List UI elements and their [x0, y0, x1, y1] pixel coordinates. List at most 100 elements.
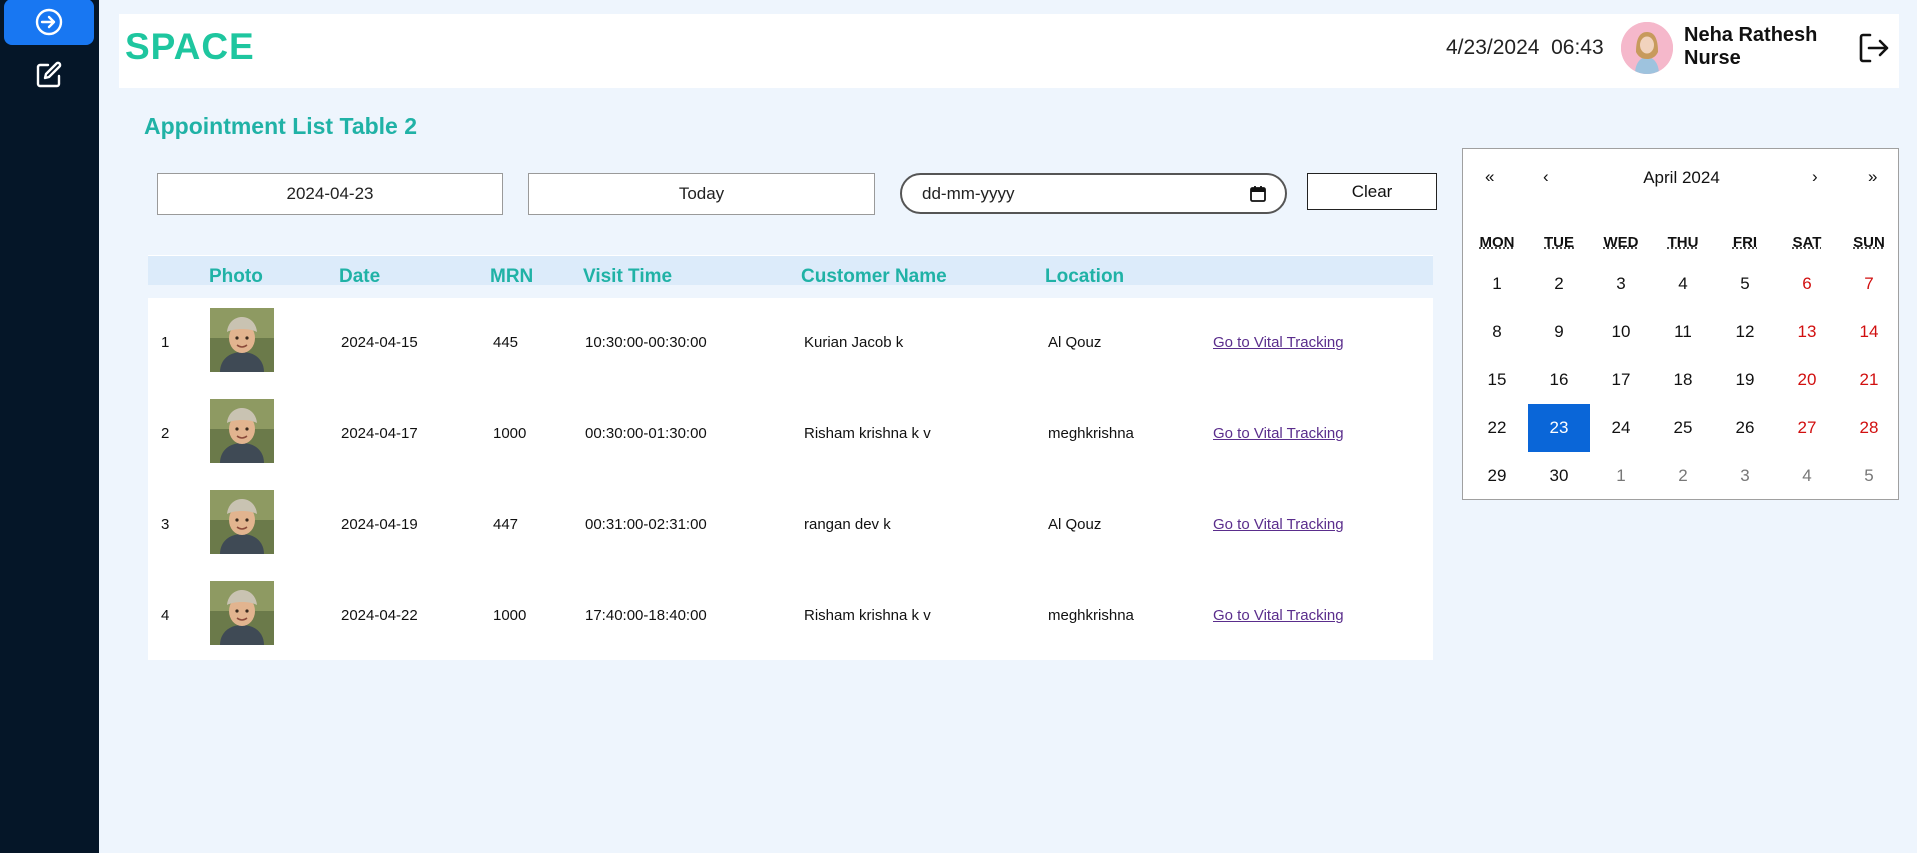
weekday-label: SUN [1853, 234, 1885, 251]
vital-tracking-link[interactable]: Go to Vital Tracking [1213, 425, 1344, 442]
calendar-day[interactable]: 2 [1652, 452, 1714, 500]
calendar-day[interactable]: 22 [1466, 404, 1528, 452]
row-index: 3 [161, 516, 170, 533]
mrn-value: 1000 [493, 425, 527, 442]
appointment-date: 2024-04-17 [341, 425, 418, 442]
user-role: Nurse [1684, 47, 1741, 69]
calendar-day[interactable]: 15 [1466, 356, 1528, 404]
row-index: 2 [161, 425, 170, 442]
calendar-day[interactable]: 28 [1838, 404, 1900, 452]
calendar-day[interactable]: 23 [1528, 404, 1590, 452]
table-row: 1 2024-04-15 445 10:30:00-00:30:00 Kurian J… [148, 298, 1433, 388]
vital-tracking-link[interactable]: Go to Vital Tracking [1213, 516, 1344, 533]
calendar-day[interactable]: 1 [1466, 260, 1528, 308]
weekday-label: THU [1667, 234, 1699, 251]
visit-time: 00:31:00-02:31:00 [585, 516, 707, 533]
logout-icon[interactable] [1856, 30, 1892, 66]
space-logo: SPACE [125, 28, 255, 64]
mrn-value: 1000 [493, 607, 527, 624]
appointment-table: 1 2024-04-15 445 10:30:00-00:30:00 Kurian J… [148, 298, 1433, 660]
calendar-day[interactable]: 5 [1838, 452, 1900, 500]
customer-photo [210, 581, 274, 645]
customer-name: rangan dev k [804, 516, 891, 533]
visit-time: 10:30:00-00:30:00 [585, 334, 707, 351]
weekday-label: WED [1603, 234, 1639, 251]
table-row: 4 2024-04-22 1000 17:40:00-18:40:00 Risham … [148, 571, 1433, 661]
calendar-day[interactable]: 2 [1528, 260, 1590, 308]
location-value: meghkrishna [1048, 607, 1134, 624]
mrn-value: 447 [493, 516, 519, 533]
calendar-day[interactable]: 11 [1652, 308, 1714, 356]
calendar-day[interactable]: 16 [1528, 356, 1590, 404]
sidebar-login-button[interactable] [4, 0, 94, 45]
column-header-photo: Photo [209, 266, 263, 287]
appointment-date: 2024-04-19 [341, 516, 418, 533]
customer-photo [210, 399, 274, 463]
calendar: « ‹ April 2024 › » MON TUE WED THU FRI SAT SUN… [1462, 148, 1899, 500]
calendar-day[interactable]: 1 [1590, 452, 1652, 500]
calendar-day[interactable]: 20 [1776, 356, 1838, 404]
edit-icon [36, 61, 62, 88]
svg-text:SPACE: SPACE [125, 28, 255, 64]
customer-name: Risham krishna k v [804, 425, 931, 442]
column-header-customer-name: Customer Name [801, 266, 947, 287]
appointment-date: 2024-04-15 [341, 334, 418, 351]
calendar-day[interactable]: 12 [1714, 308, 1776, 356]
calendar-day[interactable]: 9 [1528, 308, 1590, 356]
calendar-day[interactable]: 8 [1466, 308, 1528, 356]
column-header-mrn: MRN [490, 266, 534, 287]
calendar-day[interactable]: 29 [1466, 452, 1528, 500]
calendar-day[interactable]: 3 [1590, 260, 1652, 308]
weekday-label: SAT [1792, 234, 1822, 251]
calendar-day[interactable]: 4 [1652, 260, 1714, 308]
calendar-day[interactable]: 21 [1838, 356, 1900, 404]
column-header-visit-time: Visit Time [583, 266, 673, 287]
calendar-day[interactable]: 6 [1776, 260, 1838, 308]
calendar-day[interactable]: 27 [1776, 404, 1838, 452]
calendar-day[interactable]: 7 [1838, 260, 1900, 308]
calendar-day[interactable]: 3 [1714, 452, 1776, 500]
selected-date-field[interactable]: 2024-04-23 [157, 173, 503, 215]
visit-time: 17:40:00-18:40:00 [585, 607, 707, 624]
location-value: Al Qouz [1048, 334, 1102, 351]
avatar[interactable] [1621, 22, 1673, 74]
calendar-day[interactable]: 30 [1528, 452, 1590, 500]
calendar-day[interactable]: 19 [1714, 356, 1776, 404]
date-placeholder: dd-mm-yyyy [922, 183, 1015, 203]
calendar-day[interactable]: 24 [1590, 404, 1652, 452]
customer-name: Risham krishna k v [804, 607, 931, 624]
clear-button[interactable]: Clear [1307, 173, 1437, 210]
page-title: Appointment List Table 2 [144, 113, 418, 139]
row-index: 4 [161, 607, 170, 624]
today-button[interactable]: Today [528, 173, 875, 215]
mrn-value: 445 [493, 334, 519, 351]
calendar-month-label[interactable]: April 2024 [1463, 168, 1900, 188]
calendar-icon[interactable] [1249, 185, 1267, 203]
weekday-label: FRI [1732, 234, 1758, 251]
vital-tracking-link[interactable]: Go to Vital Tracking [1213, 607, 1344, 624]
sidebar [0, 0, 99, 853]
location-value: Al Qouz [1048, 516, 1102, 533]
vital-tracking-link[interactable]: Go to Vital Tracking [1213, 334, 1344, 351]
calendar-next-month-button[interactable]: › [1812, 167, 1818, 187]
calendar-day[interactable]: 18 [1652, 356, 1714, 404]
sidebar-edit-button[interactable] [4, 52, 94, 98]
location-value: meghkrishna [1048, 425, 1134, 442]
calendar-day[interactable]: 25 [1652, 404, 1714, 452]
calendar-day[interactable]: 4 [1776, 452, 1838, 500]
calendar-day[interactable]: 26 [1714, 404, 1776, 452]
row-index: 1 [161, 334, 170, 351]
calendar-day[interactable]: 13 [1776, 308, 1838, 356]
user-name: Neha Rathesh [1684, 24, 1818, 46]
date-picker-input[interactable]: dd-mm-yyyy [900, 173, 1287, 214]
calendar-day[interactable]: 10 [1590, 308, 1652, 356]
calendar-day[interactable]: 14 [1838, 308, 1900, 356]
table-row: 2 2024-04-17 1000 00:30:00-01:30:00 Risham … [148, 389, 1433, 479]
calendar-day[interactable]: 17 [1590, 356, 1652, 404]
customer-photo [210, 308, 274, 372]
login-icon [35, 8, 63, 36]
appointment-date: 2024-04-22 [341, 607, 418, 624]
customer-photo [210, 490, 274, 554]
calendar-next-year-button[interactable]: » [1868, 167, 1877, 187]
calendar-day[interactable]: 5 [1714, 260, 1776, 308]
